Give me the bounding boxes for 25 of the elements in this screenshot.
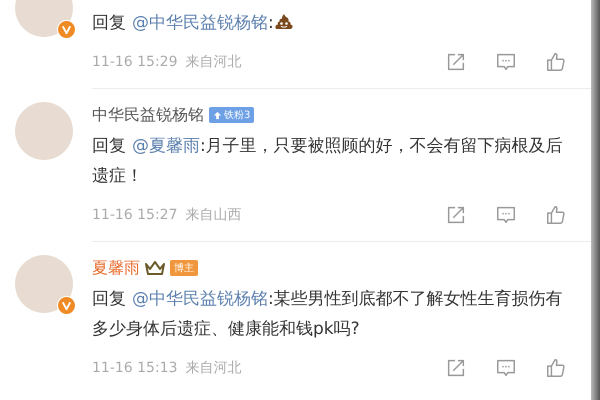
mention-link[interactable]: @中华民益锐杨铭 <box>132 289 268 309</box>
user-badge: 博主 <box>170 260 198 276</box>
share-icon[interactable] <box>445 204 467 226</box>
comment-location: 来自河北 <box>185 53 242 71</box>
thumbs-up-icon[interactable] <box>545 204 567 226</box>
user-badge: 铁粉3 <box>209 107 254 123</box>
comment-time: 11-16 15:29 <box>92 54 178 70</box>
comment-time: 11-16 15:13 <box>92 360 178 376</box>
comment-text: 回复 @夏馨雨:月子里，只要被照顾的好，不会有留下病根及后遗症！ <box>92 135 564 188</box>
comment-icon[interactable] <box>495 51 517 73</box>
comment-icon[interactable] <box>495 204 517 226</box>
comment-time: 11-16 15:27 <box>92 207 178 223</box>
thumbs-up-icon[interactable] <box>545 51 567 73</box>
comment-icon[interactable] <box>495 357 517 379</box>
thumbs-up-icon[interactable] <box>545 357 567 379</box>
share-icon[interactable] <box>445 51 467 73</box>
comment-location: 来自山西 <box>185 206 242 224</box>
share-icon[interactable] <box>445 357 467 379</box>
mention-link[interactable]: @中华民益锐杨铭 <box>132 13 268 33</box>
comment-text: 回复 @中华民益锐杨铭: <box>92 8 567 38</box>
user-name[interactable]: 中华民益锐杨铭 <box>92 104 204 126</box>
mention-link[interactable]: @夏馨雨 <box>132 136 200 156</box>
user-name[interactable]: 夏馨雨 <box>92 258 140 278</box>
comment-location: 来自河北 <box>185 359 242 377</box>
comment-text: 回复 @中华民益锐杨铭:某些男性到底都不了解女性生育损伤有多少身体后遗症、健康能和钱pk吗? <box>92 288 564 341</box>
